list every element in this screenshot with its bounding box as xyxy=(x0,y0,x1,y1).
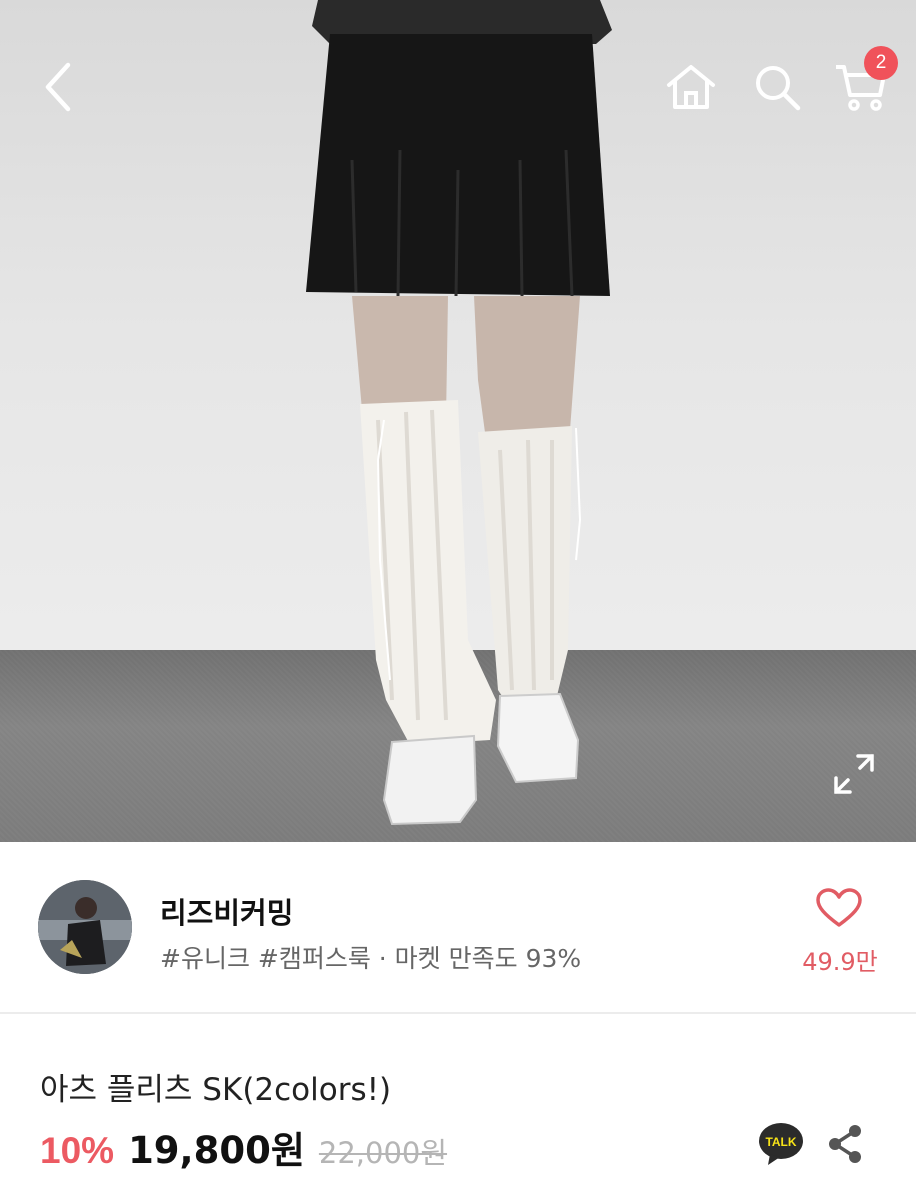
share-button[interactable] xyxy=(826,1124,864,1164)
like-button[interactable] xyxy=(816,888,862,928)
expand-icon xyxy=(834,754,874,794)
product-title: 아츠 플리츠 SK(2colors!) xyxy=(40,1072,392,1108)
home-button[interactable] xyxy=(662,58,720,116)
heart-outline-icon xyxy=(816,888,862,927)
discount-rate: 10% xyxy=(40,1130,115,1171)
back-button[interactable] xyxy=(30,58,86,116)
product-image[interactable] xyxy=(0,0,916,842)
shop-tags: #유니크 #캠퍼스룩 · 마켓 만족도 93% xyxy=(160,944,582,973)
home-icon xyxy=(667,65,715,109)
cart-count-badge: 2 xyxy=(864,46,898,80)
talk-label: TALK xyxy=(765,1135,796,1149)
shop-info-row[interactable]: 리즈비커밍 #유니크 #캠퍼스룩 · 마켓 만족도 93% 49.9만 xyxy=(0,842,916,1014)
original-price: 22,000원 xyxy=(318,1136,448,1170)
fullscreen-button[interactable] xyxy=(832,752,876,796)
model-photo xyxy=(306,0,612,826)
chevron-left-icon xyxy=(45,62,71,112)
sale-price: 19,800원 xyxy=(128,1129,305,1172)
share-icon xyxy=(829,1125,861,1163)
avatar-image xyxy=(38,880,132,974)
like-count: 49.9만 xyxy=(802,948,878,976)
shop-avatar[interactable] xyxy=(38,880,132,974)
kakao-talk-button[interactable]: TALK xyxy=(758,1122,804,1166)
search-button[interactable] xyxy=(748,58,806,116)
search-icon xyxy=(756,66,801,111)
talk-bubble-icon: TALK xyxy=(759,1123,803,1165)
price-row: 10% 19,800원 22,000원 xyxy=(40,1120,447,1172)
shop-name[interactable]: 리즈비커밍 xyxy=(160,890,293,932)
